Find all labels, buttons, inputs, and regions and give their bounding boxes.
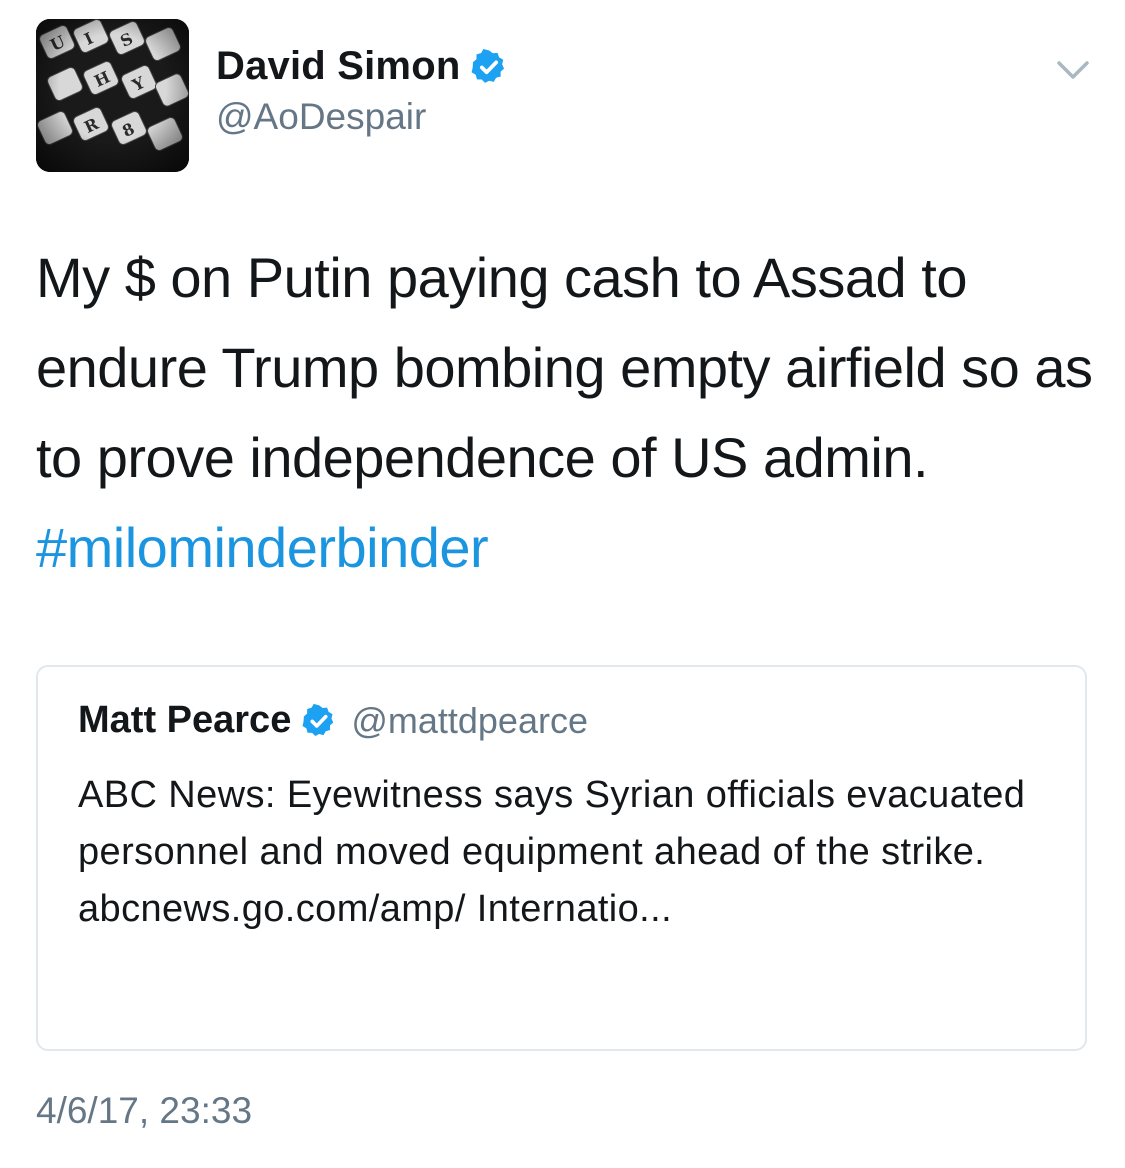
tweet-body: My $ on Putin paying cash to Assad to en… bbox=[36, 246, 1093, 489]
quoted-tweet-card[interactable]: Matt Pearce @mattdpearce ABC News: Eyewi… bbox=[36, 665, 1087, 1051]
author-name-row[interactable]: David Simon bbox=[216, 44, 508, 89]
quoted-author-name: Matt Pearce bbox=[78, 699, 292, 741]
tweet-timestamp: 4/6/17, 23:33 bbox=[36, 1090, 253, 1131]
author-handle[interactable]: @AoDespair bbox=[216, 96, 426, 138]
chevron-down-icon[interactable] bbox=[1056, 58, 1090, 82]
quoted-author-handle: @mattdpearce bbox=[351, 699, 588, 741]
author-display-name[interactable]: David Simon bbox=[216, 44, 460, 89]
author-avatar[interactable]: U I S H Y R 8 bbox=[36, 19, 189, 172]
hashtag-link[interactable]: #milominderbinder bbox=[36, 516, 489, 579]
tweet-text: My $ on Putin paying cash to Assad to en… bbox=[36, 233, 1096, 593]
quoted-tweet-header: Matt Pearce @mattdpearce bbox=[78, 699, 588, 742]
quoted-tweet-text: ABC News: Eyewitness says Syrian officia… bbox=[78, 774, 1026, 930]
verified-badge-icon bbox=[472, 48, 505, 83]
typewriter-keys-avatar-icon: U I S H Y R 8 bbox=[36, 19, 189, 172]
verified-badge-icon bbox=[302, 703, 334, 736]
